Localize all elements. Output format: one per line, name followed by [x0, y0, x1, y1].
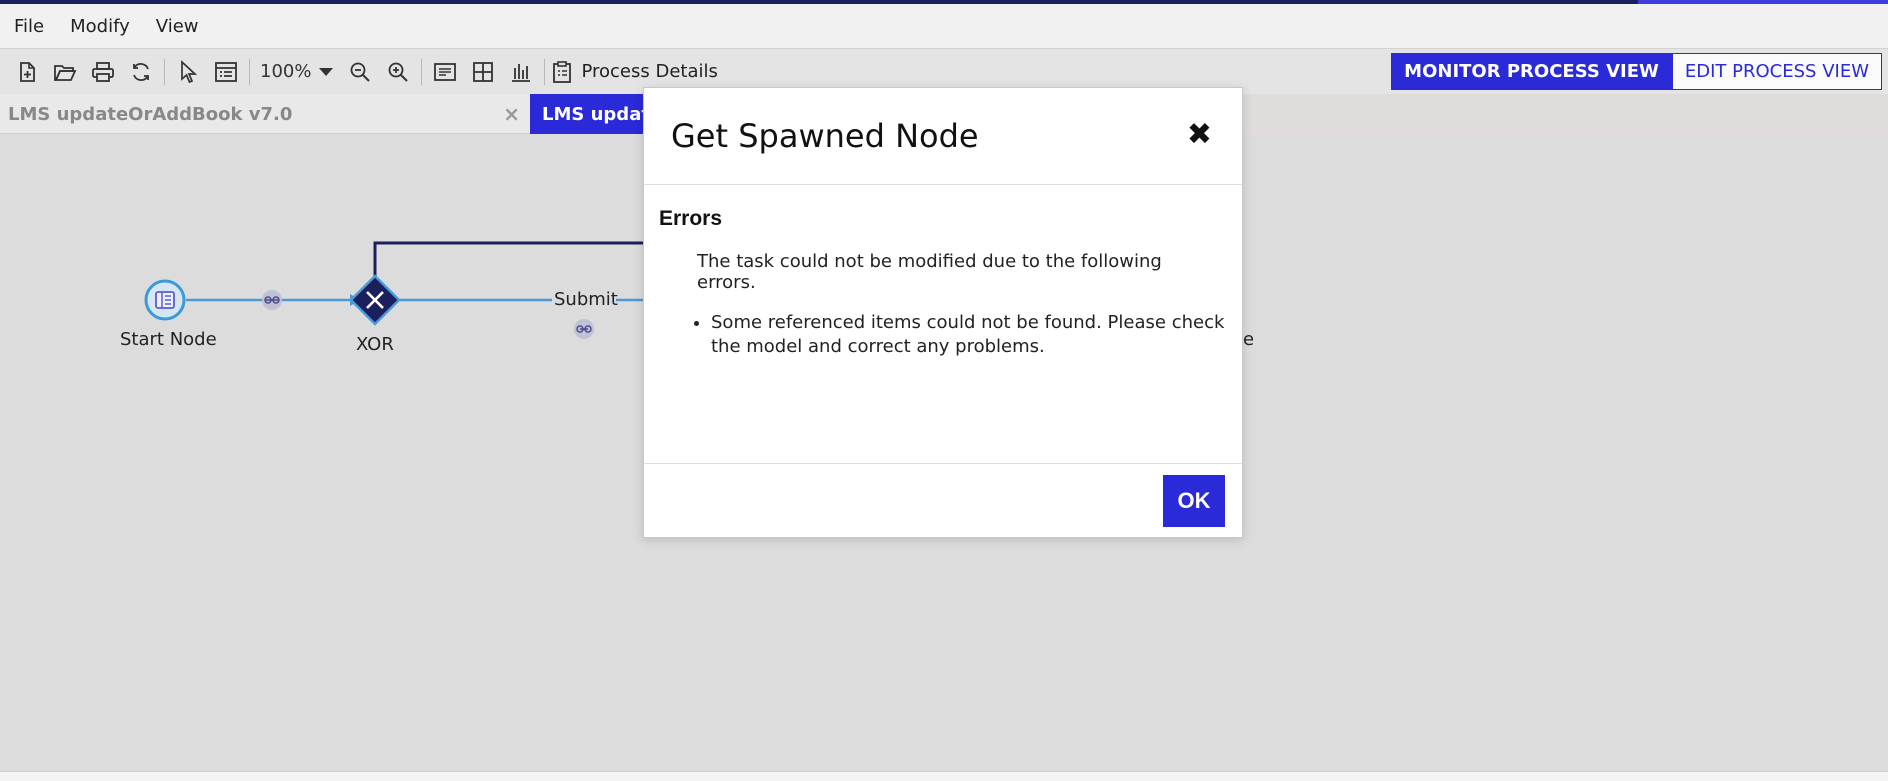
zoom-value: 100% [260, 61, 312, 82]
zoom-out-icon[interactable] [341, 53, 379, 91]
start-node-label: Start Node [120, 329, 217, 350]
view-switcher: MONITOR PROCESS VIEW EDIT PROCESS VIEW [1391, 53, 1882, 90]
tab-label: LMS updateOrAddBook v7.0 [542, 103, 645, 125]
error-list: Some referenced items could not be found… [711, 311, 1226, 359]
pointer-icon[interactable] [169, 53, 207, 91]
print-icon[interactable] [84, 53, 122, 91]
dialog-header: Get Spawned Node ✖ [644, 88, 1242, 185]
list-icon[interactable] [207, 53, 245, 91]
process-details-label: Process Details [581, 61, 718, 82]
chart-icon[interactable] [502, 53, 540, 91]
toolbar-separator [421, 58, 423, 85]
dialog-footer: OK [644, 464, 1242, 537]
xor-node-label: XOR [356, 334, 394, 355]
menu-file[interactable]: File [14, 16, 44, 37]
connector-xor-loop [373, 241, 645, 278]
tab-process-2-active[interactable]: LMS updateOrAddBook v7.0 [530, 94, 645, 134]
monitor-process-view-button[interactable]: MONITOR PROCESS VIEW [1391, 53, 1672, 90]
tab-process-1[interactable]: LMS updateOrAddBook v7.0 × [0, 94, 528, 134]
process-details-icon [553, 60, 572, 83]
menu-view[interactable]: View [156, 16, 199, 37]
tab-label: LMS updateOrAddBook v7.0 [8, 103, 293, 125]
notes-icon[interactable] [426, 53, 464, 91]
chevron-down-icon [319, 67, 334, 76]
errors-heading: Errors [659, 207, 723, 230]
menu-modify[interactable]: Modify [70, 16, 130, 37]
dialog-body: Errors The task could not be modified du… [644, 185, 1242, 464]
dialog-title: Get Spawned Node [671, 117, 979, 155]
process-details-button[interactable]: Process Details [551, 60, 718, 84]
submit-connector-label: Submit [554, 289, 618, 310]
error-intro-text: The task could not be modified due to th… [697, 251, 1162, 293]
grid-icon[interactable] [464, 53, 502, 91]
close-icon[interactable]: ✖ [1187, 120, 1212, 150]
open-folder-icon[interactable] [46, 53, 84, 91]
error-item: Some referenced items could not be found… [711, 311, 1226, 359]
zoom-in-icon[interactable] [379, 53, 417, 91]
toolbar-separator [249, 58, 250, 85]
refresh-icon[interactable] [122, 53, 160, 91]
edit-process-view-button[interactable]: EDIT PROCESS VIEW [1671, 53, 1882, 90]
error-dialog: Get Spawned Node ✖ Errors The task could… [643, 87, 1243, 538]
ok-button[interactable]: OK [1163, 475, 1225, 527]
toolbar-separator [164, 58, 165, 85]
new-document-icon[interactable] [8, 53, 46, 91]
close-icon[interactable]: × [503, 102, 520, 126]
zoom-select[interactable]: 100% [254, 61, 341, 82]
toolbar-separator [544, 58, 546, 85]
menu-bar: File Modify View [0, 4, 1888, 48]
status-bar [0, 771, 1888, 781]
